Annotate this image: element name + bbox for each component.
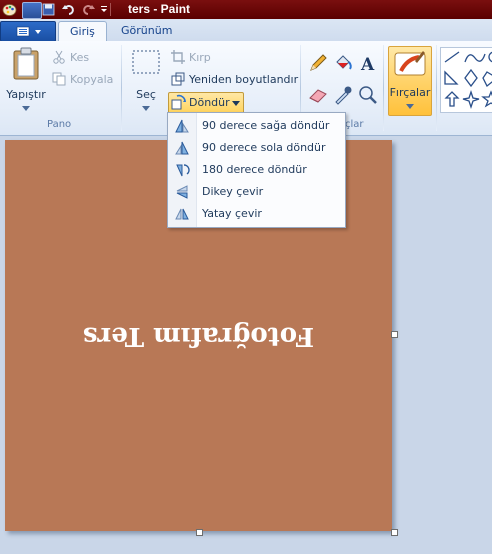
crop-label: Kırp: [189, 51, 211, 64]
menu-item-label: 180 derece döndür: [202, 163, 307, 176]
group-separator: [383, 45, 384, 131]
resize-button[interactable]: Yeniden boyutlandır: [171, 71, 301, 89]
paint-app-icon[interactable]: [2, 2, 17, 17]
magnifier-icon[interactable]: [356, 83, 380, 107]
paste-button[interactable]: Yapıştır: [6, 47, 46, 115]
rotate-left-icon: [175, 141, 189, 155]
redo-icon[interactable]: [80, 2, 97, 17]
menu-item-label: Yatay çevir: [202, 207, 262, 220]
color-picker-icon[interactable]: [331, 83, 355, 107]
shapes-gallery[interactable]: [440, 47, 492, 113]
chevron-down-icon: [232, 101, 240, 106]
rotate-right-icon: [175, 119, 189, 133]
menu-item-label: 90 derece sağa döndür: [202, 119, 330, 132]
brushes-label: Fırçalar: [389, 86, 431, 99]
pencil-icon[interactable]: [306, 51, 330, 75]
quick-access-separator: [110, 3, 111, 16]
rotate-icon: [171, 94, 186, 110]
chevron-down-icon: [142, 106, 150, 111]
crop-icon: [171, 50, 185, 64]
eraser-icon[interactable]: [306, 83, 330, 107]
menu-item-label: 90 derece sola döndür: [202, 141, 326, 154]
copy-icon: [52, 72, 66, 86]
menu-item-rotate-left[interactable]: 90 derece sola döndür: [168, 137, 345, 159]
crop-button[interactable]: Kırp: [171, 49, 231, 67]
tools-group-label: çlar: [345, 119, 364, 130]
rotate-button[interactable]: Döndür: [168, 92, 244, 114]
clipboard-group-label: Pano: [47, 119, 72, 130]
brush-icon: [394, 51, 426, 76]
tools-grid: A: [305, 49, 381, 107]
text-icon[interactable]: A: [356, 51, 380, 75]
customize-quick-access-icon[interactable]: [99, 2, 109, 17]
fill-bucket-icon[interactable]: [331, 51, 355, 75]
menu-icon: [16, 26, 41, 37]
title-bar: ters - Paint: [0, 0, 492, 19]
flip-vertical-icon: [176, 185, 188, 199]
file-menu-quick-button[interactable]: [22, 2, 42, 19]
save-icon[interactable]: [40, 2, 57, 17]
resize-icon: [171, 72, 185, 86]
select-button[interactable]: Seç: [128, 49, 164, 111]
brushes-dropdown-arrow: [389, 99, 431, 112]
resize-handle-bottom[interactable]: [196, 529, 203, 536]
undo-icon[interactable]: [60, 2, 77, 17]
select-label: Seç: [136, 88, 156, 101]
cut-button[interactable]: Kes: [52, 49, 112, 67]
svg-text:A: A: [360, 55, 375, 75]
menu-item-rotate-180[interactable]: 180 derece döndür: [168, 159, 345, 181]
menu-item-flip-horizontal[interactable]: Yatay çevir: [168, 203, 345, 225]
copy-button[interactable]: Kopyala: [52, 71, 114, 89]
rotate-menu: 90 derece sağa döndür 90 derece sola dön…: [167, 112, 346, 228]
flip-horizontal-icon: [175, 208, 189, 220]
tab-home[interactable]: Giriş: [58, 21, 107, 42]
chevron-down-icon: [406, 104, 414, 109]
ribbon-tabs: Giriş Görünüm: [0, 19, 492, 42]
group-separator: [436, 45, 437, 131]
rotate-label: Döndür: [189, 96, 230, 109]
resize-handle-corner[interactable]: [391, 529, 398, 536]
file-menu-button[interactable]: [0, 21, 56, 42]
shapes-icon: [444, 51, 492, 110]
select-rectangle-icon: [132, 50, 160, 74]
resize-label: Yeniden boyutlandır: [189, 73, 299, 86]
resize-handle-right[interactable]: [391, 331, 398, 338]
brushes-button[interactable]: Fırçalar: [388, 46, 432, 116]
menu-item-flip-vertical[interactable]: Dikey çevir: [168, 181, 345, 203]
cut-label: Kes: [70, 51, 90, 64]
canvas-text: Fotoğrafım Ters: [82, 321, 315, 351]
chevron-down-icon: [22, 106, 30, 111]
group-separator: [121, 45, 122, 131]
scissors-icon: [53, 50, 65, 64]
paste-label: Yapıştır: [6, 88, 46, 101]
rotate-180-icon: [176, 164, 190, 177]
copy-label: Kopyala: [70, 73, 114, 86]
tab-view[interactable]: Görünüm: [110, 21, 183, 41]
window-title: ters - Paint: [128, 2, 191, 16]
menu-item-label: Dikey çevir: [202, 185, 264, 198]
clipboard-icon: [13, 47, 39, 80]
menu-item-rotate-right[interactable]: 90 derece sağa döndür: [168, 115, 345, 137]
